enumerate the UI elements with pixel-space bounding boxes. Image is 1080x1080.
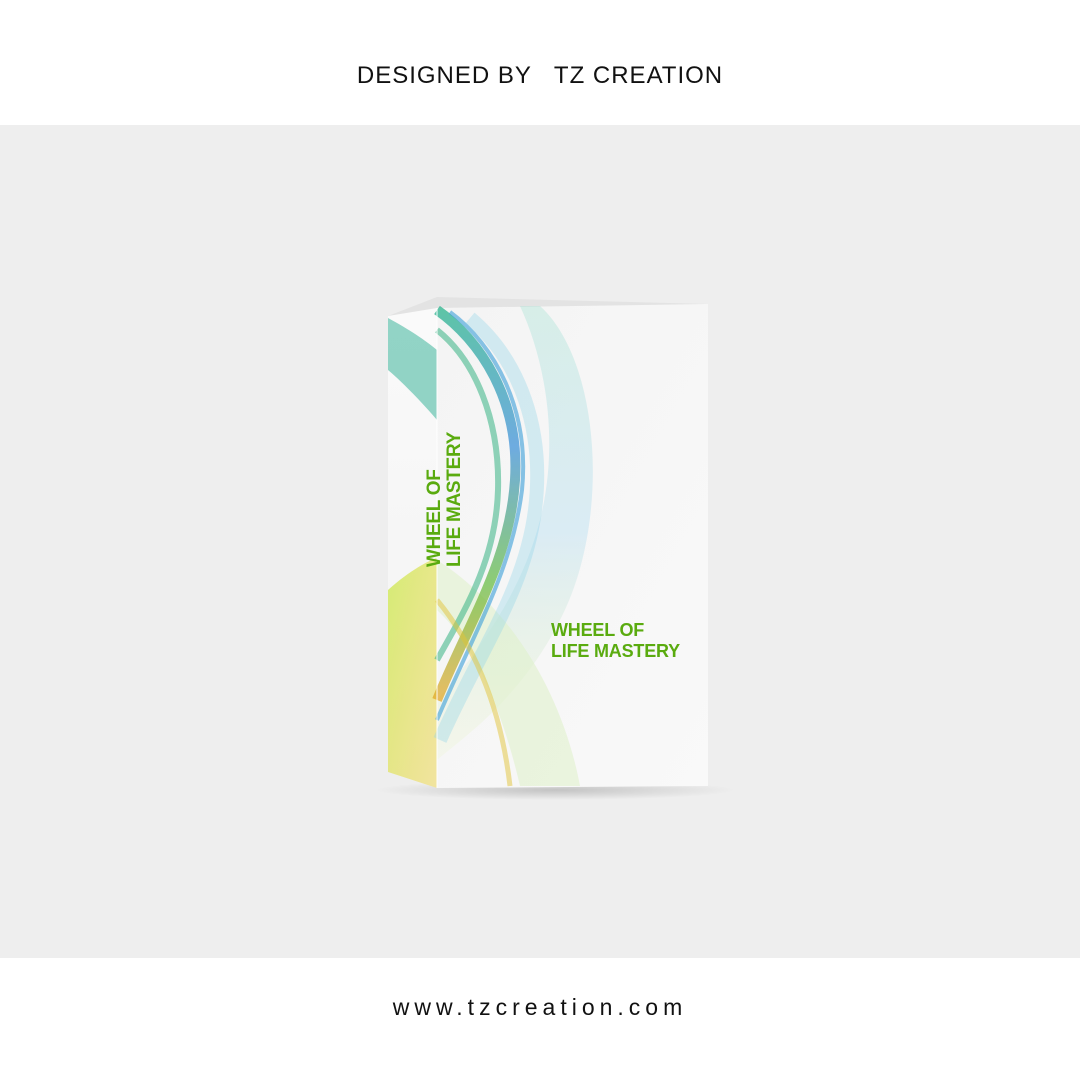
- header-credit: DESIGNED BY TZ CREATION: [0, 62, 1080, 90]
- front-title-line2: LIFE MASTERY: [551, 641, 680, 661]
- mockup-stage: [0, 125, 1080, 958]
- front-title-line1: WHEEL OF: [551, 620, 645, 640]
- brand-name: TZ CREATION: [553, 62, 724, 89]
- website-link[interactable]: www.tzcreation.com: [0, 994, 1080, 1021]
- designed-by-label: DESIGNED BY: [356, 62, 532, 89]
- page: DESIGNED BY TZ CREATION WHEEL OF LIFE MA…: [0, 0, 1080, 1080]
- front-title: WHEEL OF LIFE MASTERY: [551, 620, 680, 662]
- spine-title-line1: WHEEL OF: [424, 469, 445, 567]
- spine-title-line2: LIFE MASTERY: [444, 431, 465, 567]
- spine-title: WHEEL OF LIFE MASTERY: [424, 417, 465, 567]
